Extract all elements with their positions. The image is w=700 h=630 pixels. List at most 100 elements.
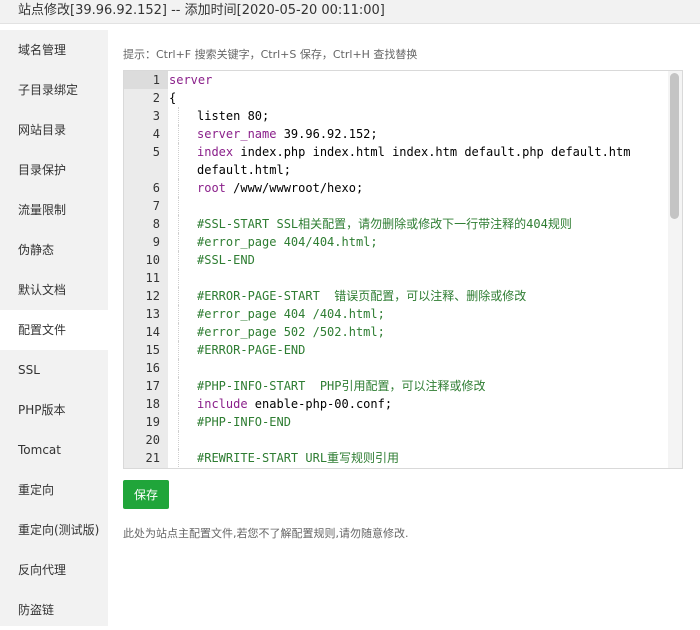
indent-guide xyxy=(178,359,179,377)
code-text: server_name 39.96.92.152; xyxy=(169,125,627,143)
sidebar-item[interactable]: 域名管理 xyxy=(0,30,108,70)
code-line: 17 #PHP-INFO-START PHP引用配置，可以注释或修改 xyxy=(124,377,682,395)
code-comment: #ERROR-PAGE-START 错误页配置，可以注释、删除或修改 xyxy=(197,289,527,303)
code-keyword: server xyxy=(169,73,213,87)
code-comment: #error_page 404/404.html; xyxy=(197,235,378,249)
code-line: 14 #error_page 502 /502.html; xyxy=(124,323,682,341)
indent-guide xyxy=(178,305,179,323)
indent-guide xyxy=(178,323,179,341)
code-token: 39.96.92.152; xyxy=(276,127,378,141)
code-text: include enable-php-00.conf; xyxy=(169,395,627,413)
code-text: #SSL-END xyxy=(169,251,627,269)
line-number: 12 xyxy=(145,289,160,303)
sidebar: 域名管理 子目录绑定 网站目录 目录保护 流量限制 伪静态 默认文档 配置文件 SSL PHP版本… xyxy=(0,30,108,626)
sidebar-item[interactable]: 防盗链 xyxy=(0,590,108,630)
line-number: 3 xyxy=(152,109,160,123)
line-number: 20 xyxy=(145,433,160,447)
save-button[interactable]: 保存 xyxy=(123,480,169,509)
code-comment: #REWRITE-START URL重写规则引用 xyxy=(197,451,400,465)
indent-guide xyxy=(178,341,179,359)
sidebar-item[interactable]: 默认文档 xyxy=(0,270,108,310)
line-number: 6 xyxy=(152,181,160,195)
indent-guide xyxy=(178,233,179,251)
code-text: #REWRITE-START URL重写规则引用 xyxy=(169,449,627,467)
sidebar-item[interactable]: PHP版本 xyxy=(0,390,108,430)
code-line: 16 xyxy=(124,359,682,377)
code-line: 8 #SSL-START SSL相关配置，请勿删除或修改下一行带注释的404规则 xyxy=(124,215,682,233)
line-number: 2 xyxy=(152,91,160,105)
indent-guide xyxy=(178,395,179,413)
sidebar-item[interactable]: Tomcat xyxy=(0,430,108,470)
code-text: #SSL-START SSL相关配置，请勿删除或修改下一行带注释的404规则 xyxy=(169,215,627,233)
code-comment: #error_page 502 /502.html; xyxy=(197,325,385,339)
line-number: 18 xyxy=(145,397,160,411)
config-editor[interactable]: 1 server 2{3 listen 80; 4 server_name 39.96.9… xyxy=(123,70,683,469)
main-panel: 提示：Ctrl+F 搜索关键字，Ctrl+S 保存，Ctrl+H 查找替换 1s… xyxy=(108,30,700,626)
line-number: 8 xyxy=(152,217,160,231)
indent-guide xyxy=(178,377,179,395)
code-comment: #PHP-INFO-START PHP引用配置，可以注释或修改 xyxy=(197,379,486,393)
code-token: enable-php-00.conf; xyxy=(247,397,393,411)
code-text: #error_page 502 /502.html; xyxy=(169,323,627,341)
code-text: index index.php index.html index.htm def… xyxy=(169,143,644,179)
code-text: #error_page 404/404.html; xyxy=(169,233,627,251)
code-token: index.php index.html index.htm default.p… xyxy=(197,145,638,177)
sidebar-item[interactable]: 流量限制 xyxy=(0,190,108,230)
indent-guide xyxy=(178,431,179,449)
sidebar-item[interactable]: 重定向 xyxy=(0,470,108,510)
indent-guide xyxy=(178,251,179,269)
sidebar-item[interactable]: 子目录绑定 xyxy=(0,70,108,110)
code-text: listen 80; xyxy=(169,107,627,125)
code-text: #ERROR-PAGE-END xyxy=(169,341,627,359)
shortcut-hint: 提示：Ctrl+F 搜索关键字，Ctrl+S 保存，Ctrl+H 查找替换 xyxy=(123,48,418,61)
line-number: 4 xyxy=(152,127,160,141)
code-line: 6 root /www/wwwroot/hexo; xyxy=(124,179,682,197)
indent-guide xyxy=(178,125,179,143)
code-line: 2{ xyxy=(124,89,682,107)
code-line: 9 #error_page 404/404.html; xyxy=(124,233,682,251)
code-keyword: server_name xyxy=(197,127,277,141)
code-text: server xyxy=(169,71,627,89)
scrollbar-thumb[interactable] xyxy=(670,73,679,219)
code-token: { xyxy=(169,91,177,105)
line-number: 10 xyxy=(145,253,160,267)
code-text: #PHP-INFO-END xyxy=(169,413,627,431)
sidebar-item[interactable]: 伪静态 xyxy=(0,230,108,270)
code-line: 5 index index.php index.html index.htm de… xyxy=(124,143,682,179)
line-number: 15 xyxy=(145,343,160,357)
line-number: 16 xyxy=(145,361,160,375)
code-text: root /www/wwwroot/hexo; xyxy=(169,179,627,197)
indent-guide xyxy=(178,269,179,287)
sidebar-item[interactable]: 网站目录 xyxy=(0,110,108,150)
line-number: 17 xyxy=(145,379,160,393)
code-line: 3 listen 80; xyxy=(124,107,682,125)
code-line: 1 server xyxy=(124,71,682,89)
code-line: 7 xyxy=(124,197,682,215)
window-title: 站点修改[39.96.92.152] -- 添加时间[2020-05-20 00… xyxy=(0,0,700,24)
sidebar-item[interactable]: 配置文件 xyxy=(0,310,108,350)
code-token: /www/wwwroot/hexo; xyxy=(225,181,364,195)
code-line: 21 #REWRITE-START URL重写规则引用 xyxy=(124,449,682,467)
sidebar-item[interactable]: 反向代理 xyxy=(0,550,108,590)
sidebar-item[interactable]: SSL xyxy=(0,350,108,390)
indent-guide xyxy=(178,197,179,215)
code-text: #ERROR-PAGE-START 错误页配置，可以注释、删除或修改 xyxy=(169,287,627,305)
editor-scrollbar[interactable] xyxy=(668,71,682,468)
code-keyword: include xyxy=(197,397,248,411)
indent-guide xyxy=(178,449,179,467)
sidebar-item[interactable]: 重定向(测试版) xyxy=(0,510,108,550)
code-comment: #error_page 404 /404.html; xyxy=(197,307,385,321)
code-comment: #SSL-START SSL相关配置，请勿删除或修改下一行带注释的404规则 xyxy=(197,217,572,231)
line-number: 19 xyxy=(145,415,160,429)
indent-guide xyxy=(178,287,179,305)
sidebar-item[interactable]: 目录保护 xyxy=(0,150,108,190)
code-text: #PHP-INFO-START PHP引用配置，可以注释或修改 xyxy=(169,377,627,395)
code-line: 4 server_name 39.96.92.152; xyxy=(124,125,682,143)
code-area[interactable]: 1 server 2{3 listen 80; 4 server_name 39.96.9… xyxy=(124,71,682,467)
config-warning-note: 此处为站点主配置文件,若您不了解配置规则,请勿随意修改. xyxy=(123,527,409,540)
code-token: listen 80; xyxy=(197,109,270,123)
code-line: 20 xyxy=(124,431,682,449)
